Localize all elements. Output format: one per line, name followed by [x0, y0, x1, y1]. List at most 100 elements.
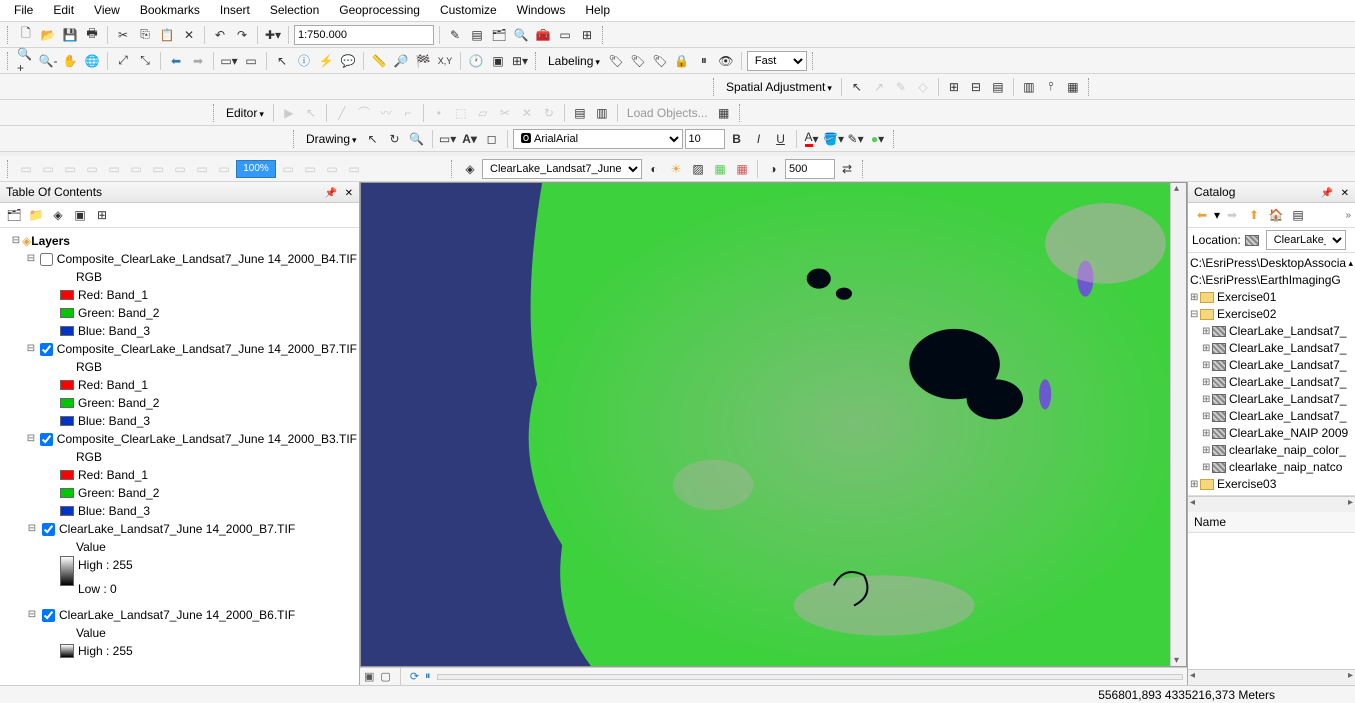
create-viewer-button[interactable]: ⊞▾ — [510, 51, 530, 71]
catalog-item[interactable]: ClearLake_Landsat7_ — [1229, 357, 1346, 374]
pause-drawing-button[interactable]: ⏸ — [425, 670, 431, 683]
label-speed-combo[interactable]: Fast — [747, 51, 807, 71]
add-data-button[interactable]: ✚▾ — [263, 25, 283, 45]
collapse-icon[interactable]: ⊟ — [26, 520, 38, 538]
select-elements-button[interactable]: ↖ — [272, 51, 292, 71]
catalog-item[interactable]: ClearLake_Landsat7_ — [1229, 340, 1346, 357]
swipe-value-input[interactable] — [785, 159, 835, 179]
effects-button[interactable]: ▭ — [38, 159, 58, 179]
trace-button[interactable]: 〰 — [376, 103, 396, 123]
ia-layer-combo[interactable]: ClearLake_Landsat7_June 1 — [482, 159, 642, 179]
scale-combo[interactable] — [294, 25, 434, 45]
attribute-transfer-button[interactable]: ▤ — [988, 77, 1008, 97]
opacity-value[interactable]: 100% — [236, 160, 276, 178]
toc-tree[interactable]: ⊟◈ Layers ⊟Composite_ClearLake_Landsat7_… — [0, 228, 359, 685]
toc-button[interactable]: ▤ — [467, 25, 487, 45]
menu-selection[interactable]: Selection — [260, 0, 329, 21]
location-combo[interactable]: ClearLake_Lan — [1266, 230, 1346, 250]
list-by-visibility-button[interactable]: ◈ — [48, 205, 68, 225]
arctoolbox-button[interactable]: 🧰 — [533, 25, 553, 45]
layer-checkbox[interactable] — [40, 343, 53, 356]
rotate-button[interactable]: ↻ — [385, 129, 405, 149]
effects-button[interactable]: ▭ — [214, 159, 234, 179]
end-point-arc-button[interactable]: ⌒ — [354, 103, 374, 123]
collapse-icon[interactable]: ⊟ — [26, 340, 36, 358]
editor-toolbar-button[interactable]: ✎ — [445, 25, 465, 45]
adjust-preview-button[interactable]: ▦ — [1063, 77, 1083, 97]
reshape-button[interactable]: ▱ — [473, 103, 493, 123]
catalog-name-header[interactable]: Name — [1188, 512, 1355, 533]
rectangle-button[interactable]: ▭▾ — [438, 129, 458, 149]
contrast-button[interactable]: ◐ — [644, 159, 664, 179]
point-button[interactable]: • — [429, 103, 449, 123]
collapse-icon[interactable]: ⊟ — [26, 430, 36, 448]
new-displacement-link-button[interactable]: ↗ — [869, 77, 889, 97]
view-link-table-button[interactable]: ▥ — [1019, 77, 1039, 97]
forward-button[interactable]: ➡ — [1222, 205, 1242, 225]
effects-button[interactable]: ▭ — [60, 159, 80, 179]
effects-button[interactable]: ▭ — [126, 159, 146, 179]
effects-button[interactable]: ▭ — [278, 159, 298, 179]
expand-icon[interactable]: ⊞ — [1202, 408, 1212, 425]
delete-button[interactable]: ✕ — [179, 25, 199, 45]
rotate-button[interactable]: ↻ — [539, 103, 559, 123]
effects-button[interactable]: ▭ — [148, 159, 168, 179]
effects-button[interactable]: ▭ — [104, 159, 124, 179]
horizontal-scrollbar[interactable] — [1188, 496, 1355, 512]
menu-bookmarks[interactable]: Bookmarks — [130, 0, 210, 21]
effects-button[interactable]: ▭ — [16, 159, 36, 179]
up-button[interactable]: ⬆ — [1244, 205, 1264, 225]
view-unplaced-button[interactable]: 👁 — [716, 51, 736, 71]
create-features-button[interactable]: ▦ — [714, 103, 734, 123]
link-table-button[interactable]: ⊞ — [944, 77, 964, 97]
find-route-button[interactable]: 🏁 — [413, 51, 433, 71]
layer-name[interactable]: Composite_ClearLake_Landsat7_June 14_200… — [57, 340, 357, 358]
pan-button[interactable]: ✋ — [60, 51, 80, 71]
editor-dropdown[interactable]: Editor — [222, 106, 268, 120]
catalog-button[interactable]: 🗂 — [489, 25, 509, 45]
right-angle-button[interactable]: ⌐ — [398, 103, 418, 123]
layer-checkbox[interactable] — [42, 523, 55, 536]
overflow-icon[interactable]: » — [1345, 210, 1351, 221]
options-button[interactable]: ⊞ — [92, 205, 112, 225]
catalog-item[interactable]: ClearLake_Landsat7_ — [1229, 323, 1346, 340]
straight-segment-button[interactable]: ╱ — [332, 103, 352, 123]
close-icon[interactable]: ✕ — [345, 188, 353, 199]
select-features-button[interactable]: ▭▾ — [219, 51, 239, 71]
map-viewport[interactable] — [360, 182, 1187, 667]
list-by-source-button[interactable]: 📁 — [26, 205, 46, 225]
edit-annotation-button[interactable]: ↖ — [301, 103, 321, 123]
sketch-properties-button[interactable]: ▥ — [592, 103, 612, 123]
select-elements-button[interactable]: ↖ — [847, 77, 867, 97]
save-button[interactable]: 💾 — [60, 25, 80, 45]
label-weight-button[interactable]: 🏷 — [650, 51, 670, 71]
effects-button[interactable]: ▭ — [192, 159, 212, 179]
expand-icon[interactable]: ⊞ — [1202, 391, 1212, 408]
layers-root[interactable]: Layers — [31, 232, 70, 250]
labeling-dropdown[interactable]: Labeling — [544, 54, 604, 68]
refresh-button[interactable]: ⟳ — [410, 670, 419, 683]
text-button[interactable]: A▾ — [460, 129, 480, 149]
expand-icon[interactable]: ⊞ — [1202, 340, 1212, 357]
measure-button[interactable]: 📏 — [369, 51, 389, 71]
folder-name[interactable]: Exercise02 — [1217, 306, 1276, 323]
hyperlink-button[interactable]: ⚡ — [316, 51, 336, 71]
collapse-icon[interactable]: ⊟ — [26, 250, 36, 268]
marker-color-button[interactable]: ●▾ — [868, 129, 888, 149]
path-item[interactable]: C:\EsriPress\DesktopAssocia — [1190, 255, 1346, 272]
copy-button[interactable]: ⎘ — [135, 25, 155, 45]
map-canvas[interactable] — [361, 183, 1186, 667]
pin-icon[interactable]: 📌 — [325, 188, 337, 199]
lock-labels-button[interactable]: 🔒 — [672, 51, 692, 71]
menu-help[interactable]: Help — [575, 0, 620, 21]
list-by-drawing-order-button[interactable]: 🗂 — [4, 205, 24, 225]
effects-button[interactable]: ▭ — [170, 159, 190, 179]
catalog-item[interactable]: ClearLake_Landsat7_ — [1229, 391, 1346, 408]
horizontal-scrollbar[interactable] — [1188, 669, 1355, 685]
toggle-button[interactable]: ▤ — [1288, 205, 1308, 225]
font-color-button[interactable]: A▾ — [802, 129, 822, 149]
cut-button[interactable]: ✂ — [113, 25, 133, 45]
collapse-icon[interactable]: ⊟ — [1190, 306, 1200, 323]
menu-view[interactable]: View — [84, 0, 130, 21]
expand-icon[interactable]: ⊞ — [1202, 459, 1212, 476]
